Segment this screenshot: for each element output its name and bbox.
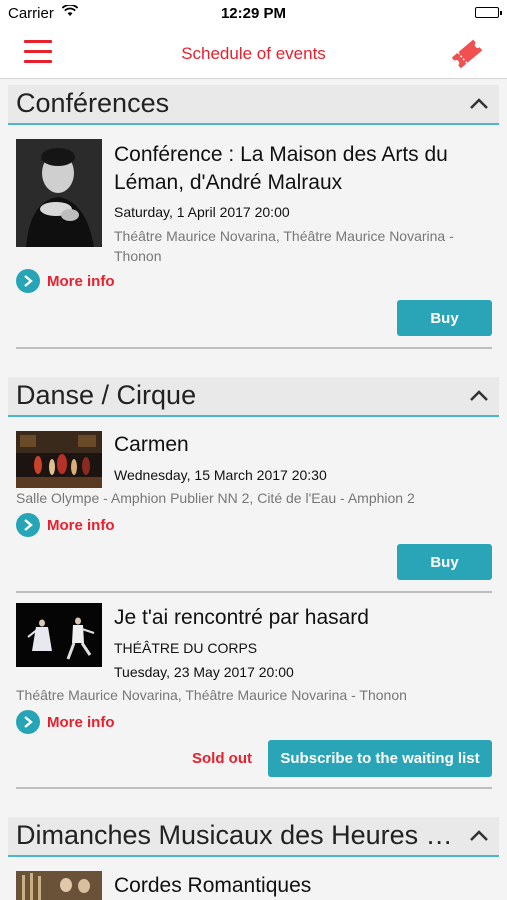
more-info-label: More info [47, 713, 115, 731]
section-header-dimanches-musicaux[interactable]: Dimanches Musicaux des Heures Musicales [8, 817, 499, 857]
battery-icon [475, 7, 502, 18]
sold-out-label: Sold out [192, 750, 252, 767]
event-venue: Théâtre Maurice Novarina, Théâtre Mauric… [114, 228, 454, 264]
chevron-up-icon[interactable] [469, 829, 489, 847]
ticket-icon[interactable] [449, 37, 485, 76]
event-thumbnail-je-tai-rencontre[interactable] [16, 603, 102, 667]
event-date: Saturday, 1 April 2017 20:00 [114, 204, 290, 220]
event-venue: Salle Olympe - Amphion Publier NN 2, Cit… [16, 490, 415, 506]
event-thumbnail-cordes-romantiques[interactable] [16, 871, 102, 900]
more-info-link[interactable]: More info [16, 513, 115, 537]
navigation-bar: Schedule of events [0, 28, 507, 79]
event-thumbnail-malraux[interactable] [16, 139, 102, 247]
divider [16, 787, 492, 789]
event-title[interactable]: Je t'ai rencontré par hasard [114, 604, 369, 632]
chevron-right-icon [16, 513, 40, 537]
waiting-list-button[interactable]: Subscribe to the waiting list [268, 740, 492, 777]
more-info-label: More info [47, 272, 115, 290]
event-thumbnail-carmen[interactable] [16, 431, 102, 488]
more-info-link[interactable]: More info [16, 269, 115, 293]
clock: 12:29 PM [220, 5, 287, 22]
event-title[interactable]: Carmen [114, 431, 189, 459]
event-title[interactable]: Cordes Romantiques [114, 872, 311, 900]
section-title: Danse / Cirque [16, 380, 197, 410]
status-bar: Carrier 12:29 PM [0, 0, 507, 28]
event-date: Tuesday, 23 May 2017 20:00 [114, 664, 294, 680]
section-header-danse-cirque[interactable]: Danse / Cirque [8, 377, 499, 417]
event-venue: Théâtre Maurice Novarina, Théâtre Mauric… [16, 687, 407, 703]
section-title: Dimanches Musicaux des Heures Musicales [16, 820, 464, 850]
chevron-right-icon [16, 269, 40, 293]
buy-button[interactable]: Buy [397, 300, 492, 336]
section-header-conferences[interactable]: Conférences [8, 85, 499, 125]
divider [16, 591, 492, 593]
event-title[interactable]: Conférence : La Maison des Arts du Léman… [114, 141, 494, 197]
chevron-up-icon[interactable] [469, 389, 489, 407]
chevron-up-icon[interactable] [469, 97, 489, 115]
page-title: Schedule of events [181, 44, 326, 63]
chevron-right-icon [16, 710, 40, 734]
more-info-link[interactable]: More info [16, 710, 115, 734]
section-title: Conférences [16, 88, 170, 118]
event-date: Wednesday, 15 March 2017 20:30 [114, 467, 327, 483]
buy-button[interactable]: Buy [397, 544, 492, 580]
more-info-label: More info [47, 516, 115, 534]
divider [16, 347, 492, 349]
event-company: THÉÂTRE DU CORPS [114, 640, 258, 656]
